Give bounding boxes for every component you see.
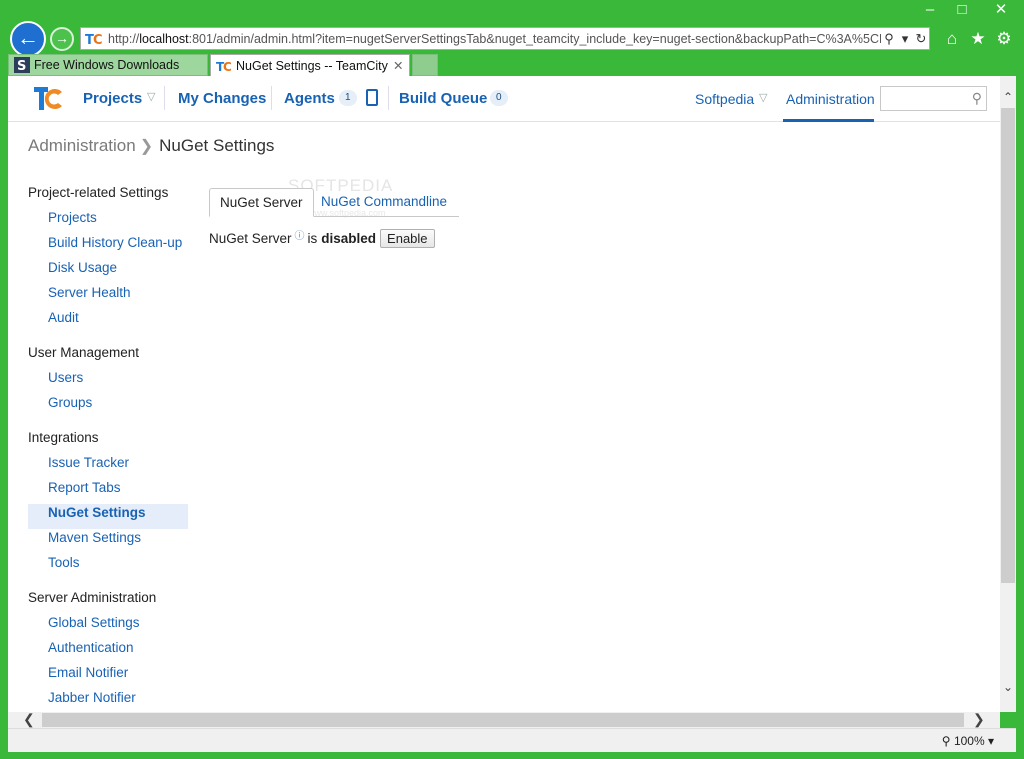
- status-bar: ⚲ 100% ▾: [8, 728, 1016, 752]
- sidebar-item-groups[interactable]: Groups: [28, 394, 188, 419]
- active-nav-indicator: [783, 119, 874, 122]
- sidebar-group-title: Integrations: [28, 430, 99, 445]
- tab-nuget-server[interactable]: NuGet Server: [209, 188, 314, 217]
- teamcity-favicon-icon: TC: [216, 60, 232, 74]
- nav-divider: [164, 86, 165, 110]
- nav-divider: [271, 86, 272, 110]
- chevron-right-icon: ❯: [139, 138, 154, 155]
- zoom-control[interactable]: ⚲ 100% ▾: [942, 734, 994, 748]
- search-icon[interactable]: ⚲: [881, 31, 897, 47]
- forward-button[interactable]: →: [50, 27, 74, 51]
- status-is: is: [307, 231, 318, 246]
- teamcity-header: Projects ▽ My Changes Agents 1 Build Que…: [8, 76, 1000, 122]
- settings-gear-icon[interactable]: ⚙: [996, 29, 1012, 49]
- chevron-up-icon[interactable]: ⌃: [1000, 90, 1016, 104]
- sidebar-group-title: Project-related Settings: [28, 185, 169, 200]
- sidebar-item-authentication[interactable]: Authentication: [28, 639, 188, 664]
- scrollbar-thumb[interactable]: [42, 713, 964, 727]
- browser-tab-softpedia[interactable]: S Free Windows Downloads: [8, 54, 208, 76]
- teamcity-logo-icon[interactable]: [32, 84, 64, 112]
- search-icon[interactable]: ⚲: [972, 90, 982, 107]
- browser-toolbar: ⌂ ★ ⚙: [944, 29, 1012, 49]
- admin-sidebar: Project-related Settings Projects Build …: [28, 184, 188, 712]
- browser-tab-teamcity[interactable]: TC NuGet Settings -- TeamCity ✕: [210, 54, 410, 76]
- browser-window: – □ ✕ ← → T C http://localhost:801/admin…: [0, 0, 1024, 759]
- nav-divider: [388, 86, 389, 110]
- minimize-icon[interactable]: –: [914, 0, 946, 22]
- sidebar-item-tools[interactable]: Tools: [28, 554, 188, 579]
- tab-label: NuGet Settings -- TeamCity: [236, 58, 388, 73]
- zoom-icon: ⚲: [941, 734, 951, 748]
- sidebar-group-title: User Management: [28, 345, 140, 360]
- sidebar-item-projects[interactable]: Projects: [28, 209, 188, 234]
- sidebar-item-server-health[interactable]: Server Health: [28, 284, 188, 309]
- nav-my-changes[interactable]: My Changes: [178, 90, 266, 107]
- sidebar-item-global-settings[interactable]: Global Settings: [28, 614, 188, 639]
- sidebar-item-email-notifier[interactable]: Email Notifier: [28, 664, 188, 689]
- sidebar-item-nuget-settings[interactable]: NuGet Settings: [28, 504, 188, 529]
- refresh-icon[interactable]: ↻: [913, 31, 929, 47]
- help-icon[interactable]: ⓘ: [295, 227, 305, 242]
- breadcrumb: Administration ❯ NuGet Settings: [28, 136, 274, 156]
- window-controls: – □ ✕: [914, 0, 1024, 22]
- page-title: NuGet Settings: [159, 136, 275, 155]
- zoom-level: 100%: [953, 734, 985, 748]
- projects-dropdown-icon[interactable]: ▽: [147, 90, 155, 103]
- tab-nuget-commandline[interactable]: NuGet Commandline: [311, 188, 457, 217]
- horizontal-scrollbar[interactable]: ❮ ❯: [8, 712, 1000, 728]
- scrollbar-thumb[interactable]: [1001, 108, 1015, 583]
- breadcrumb-parent[interactable]: Administration: [28, 136, 136, 155]
- status-value: disabled: [321, 231, 377, 246]
- back-button[interactable]: ←: [10, 21, 46, 57]
- status-label: NuGet Server: [209, 231, 292, 246]
- build-queue-count-badge: 0: [490, 90, 508, 106]
- sidebar-item-users[interactable]: Users: [28, 369, 188, 394]
- svg-text:S: S: [17, 59, 26, 73]
- softpedia-favicon-icon: S: [14, 57, 30, 73]
- teamcity-favicon-icon: T C: [84, 30, 104, 47]
- sidebar-item-report-tabs[interactable]: Report Tabs: [28, 479, 188, 504]
- home-icon[interactable]: ⌂: [944, 29, 960, 49]
- page-content: Projects ▽ My Changes Agents 1 Build Que…: [8, 76, 1000, 712]
- maximize-icon[interactable]: □: [946, 0, 978, 22]
- chevron-right-icon[interactable]: ❯: [973, 712, 985, 726]
- enable-button[interactable]: Enable: [380, 229, 435, 248]
- close-tab-icon[interactable]: ✕: [393, 58, 409, 73]
- nuget-server-status: NuGet Server ⓘ is disabled Enable: [209, 229, 435, 248]
- sidebar-item-build-history-cleanup[interactable]: Build History Clean-up: [28, 234, 188, 259]
- user-dropdown-icon[interactable]: ▽: [759, 91, 767, 104]
- favorites-star-icon[interactable]: ★: [970, 29, 986, 49]
- search-input[interactable]: ⚲: [880, 86, 987, 111]
- nuget-tabs: NuGet Server NuGet Commandline: [209, 188, 459, 217]
- browser-tabs: S Free Windows Downloads TC NuGet Settin…: [8, 54, 440, 76]
- user-menu[interactable]: Softpedia: [695, 91, 754, 107]
- chevron-left-icon[interactable]: ❮: [23, 712, 35, 726]
- close-window-icon[interactable]: ✕: [978, 0, 1024, 22]
- sidebar-item-issue-tracker[interactable]: Issue Tracker: [28, 454, 188, 479]
- chevron-down-icon[interactable]: ⌄: [1000, 680, 1016, 694]
- dropdown-arrow-icon[interactable]: ▾: [897, 31, 913, 47]
- nav-administration[interactable]: Administration: [786, 91, 875, 107]
- address-bar[interactable]: T C http://localhost:801/admin/admin.htm…: [80, 27, 930, 50]
- sidebar-item-maven-settings[interactable]: Maven Settings: [28, 529, 188, 554]
- nav-agents[interactable]: Agents: [284, 90, 335, 107]
- svg-text:C: C: [223, 60, 232, 74]
- url-text: http://localhost:801/admin/admin.html?it…: [108, 31, 881, 46]
- svg-text:C: C: [93, 33, 103, 47]
- agent-device-icon: [366, 89, 378, 106]
- nav-build-queue[interactable]: Build Queue: [399, 90, 487, 107]
- sidebar-group-title: Server Administration: [28, 590, 157, 605]
- sidebar-item-disk-usage[interactable]: Disk Usage: [28, 259, 188, 284]
- sidebar-item-audit[interactable]: Audit: [28, 309, 188, 334]
- vertical-scrollbar[interactable]: ⌃ ⌄: [1000, 76, 1016, 712]
- sidebar-item-jabber-notifier[interactable]: Jabber Notifier: [28, 689, 188, 712]
- nav-projects[interactable]: Projects: [83, 90, 142, 107]
- agents-count-badge: 1: [339, 90, 357, 106]
- new-tab-button[interactable]: [412, 54, 438, 76]
- tab-label: Free Windows Downloads: [34, 58, 180, 72]
